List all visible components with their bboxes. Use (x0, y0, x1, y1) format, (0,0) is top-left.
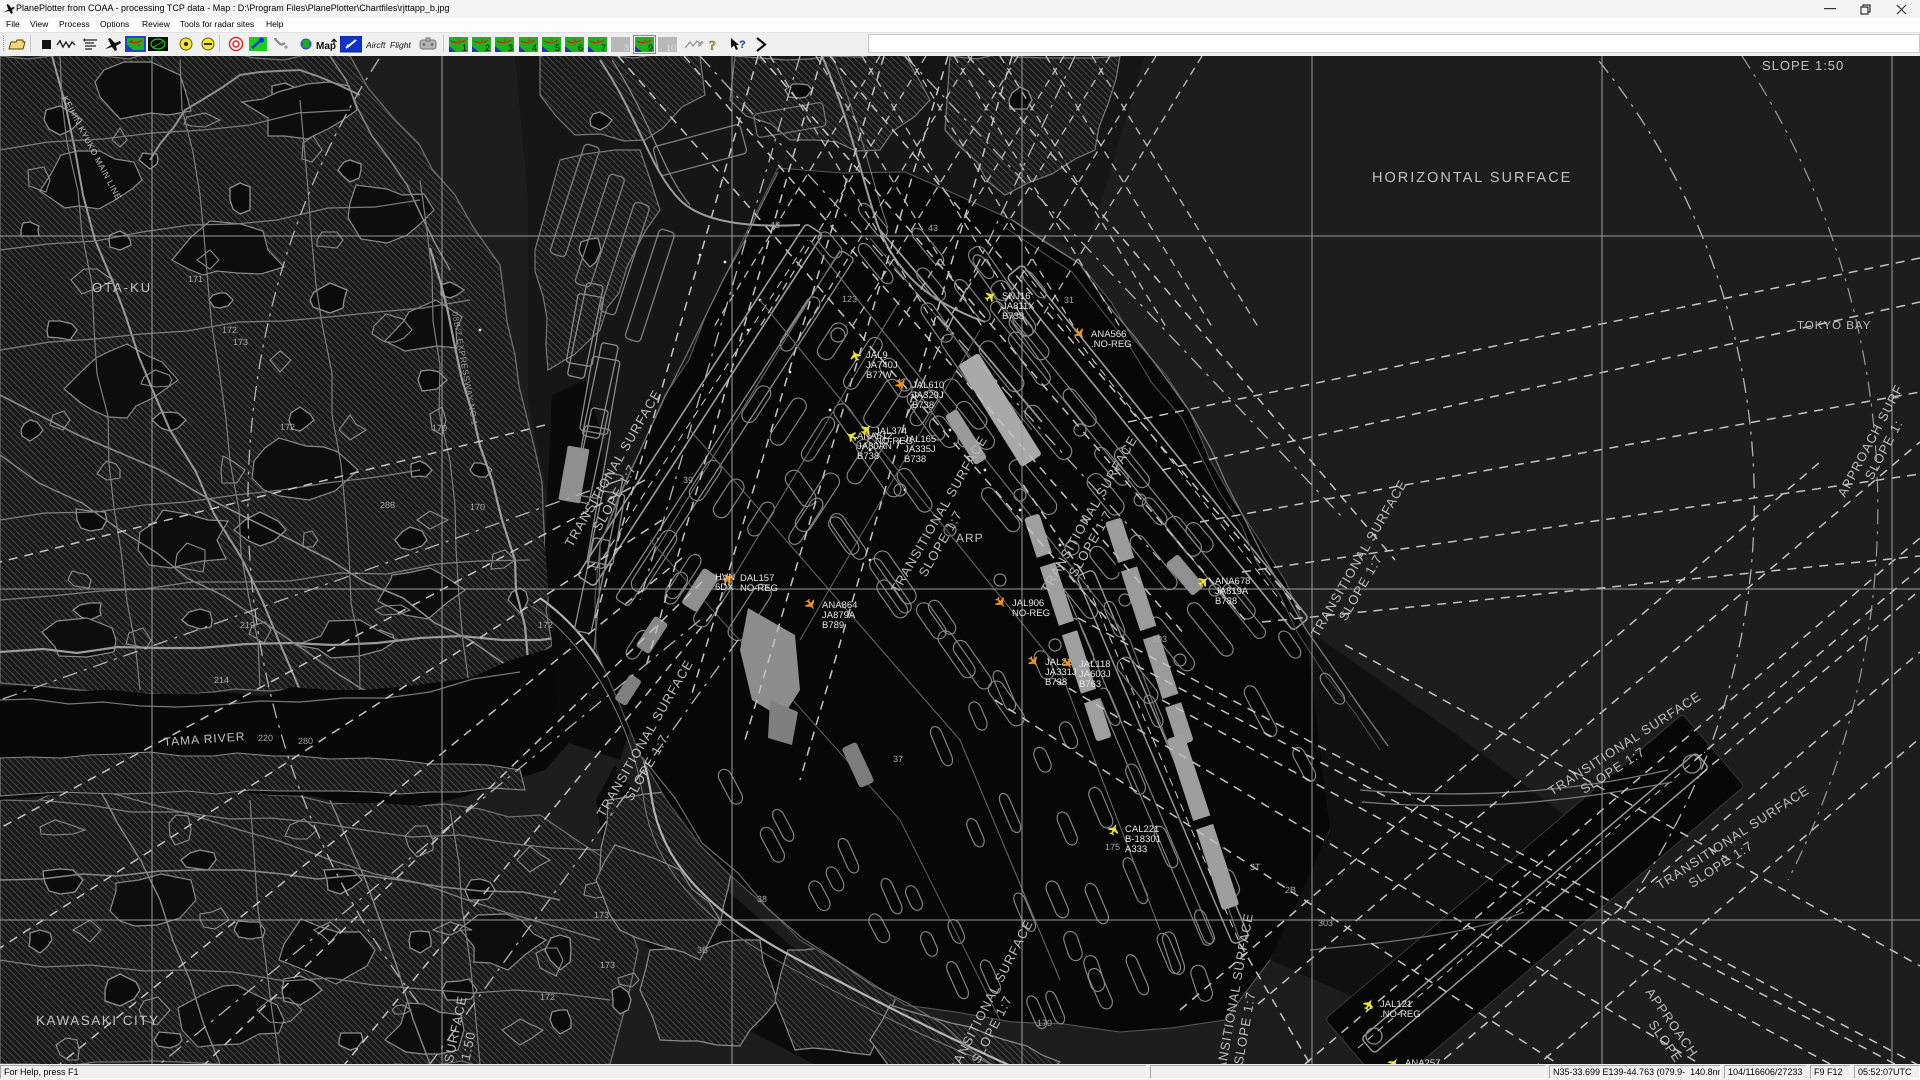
svg-text:171: 171 (188, 274, 203, 284)
svg-text:3: 3 (508, 43, 513, 52)
svg-text:170: 170 (1037, 1018, 1052, 1028)
svg-text:39: 39 (683, 475, 693, 485)
svg-text:31: 31 (1064, 295, 1074, 305)
svg-text:173: 173 (600, 960, 615, 970)
svg-text:219: 219 (240, 620, 255, 630)
svg-text:3B: 3B (697, 945, 708, 955)
svg-text:ARP: ARP (956, 531, 984, 545)
svg-text:Map: Map (316, 41, 336, 52)
svg-text:6: 6 (578, 43, 583, 52)
svg-text:303: 303 (1318, 918, 1333, 928)
svg-text:172: 172 (540, 992, 555, 1002)
svg-text:220: 220 (258, 733, 273, 743)
svg-text:Aircft: Aircft (366, 40, 386, 50)
svg-text:43: 43 (770, 220, 780, 230)
svg-text:KAWASAKI CITY: KAWASAKI CITY (36, 1013, 160, 1028)
svg-text:172: 172 (222, 325, 237, 335)
svg-text:2B: 2B (1285, 885, 1296, 895)
svg-text:2: 2 (485, 43, 490, 52)
svg-text:38: 38 (757, 894, 767, 904)
svg-text:8: 8 (624, 43, 629, 52)
svg-text:4: 4 (532, 43, 537, 52)
svg-text:9: 9 (648, 43, 653, 52)
svg-text:43: 43 (928, 223, 938, 233)
svg-text:170: 170 (432, 423, 447, 433)
svg-text:Flight: Flight (390, 40, 411, 50)
svg-text:203: 203 (1152, 634, 1167, 644)
svg-text:37: 37 (893, 754, 903, 764)
svg-text:123: 123 (842, 294, 857, 304)
svg-text:HORIZONTAL SURFACE: HORIZONTAL SURFACE (1372, 170, 1572, 186)
svg-text:7: 7 (601, 43, 606, 52)
svg-text:?: ? (709, 39, 716, 53)
svg-text:TOKYO BAY: TOKYO BAY (1797, 320, 1871, 332)
svg-text:ANA566.NO-REG: ANA566.NO-REG (1091, 329, 1132, 350)
svg-text:DAL157NO-REG: DAL157NO-REG (740, 573, 778, 594)
svg-text:173: 173 (594, 910, 609, 920)
svg-text:288: 288 (380, 500, 395, 510)
svg-text:HVN6DX: HVN6DX (715, 572, 735, 593)
svg-text:280: 280 (298, 736, 313, 746)
svg-text:5: 5 (555, 43, 560, 52)
svg-text:172: 172 (280, 422, 295, 432)
svg-text:170: 170 (470, 502, 485, 512)
svg-text:1: 1 (462, 43, 467, 52)
svg-text:10: 10 (666, 43, 676, 52)
svg-text:175: 175 (1105, 842, 1120, 852)
svg-text:214: 214 (214, 675, 229, 685)
svg-text:3T: 3T (1250, 862, 1261, 872)
svg-text:SLOPE 1:50: SLOPE 1:50 (1762, 58, 1844, 73)
svg-text:172: 172 (538, 620, 553, 630)
svg-text:?: ? (739, 39, 746, 51)
svg-text:173: 173 (233, 337, 248, 347)
svg-text:OTA-KU: OTA-KU (92, 280, 152, 295)
